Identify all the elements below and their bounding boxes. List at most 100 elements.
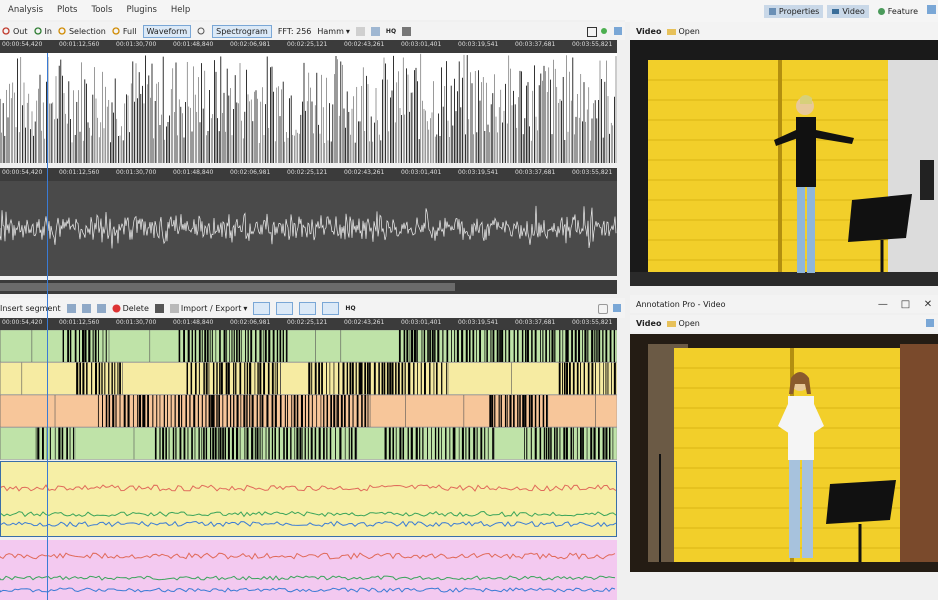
zoom-out-label: Out (13, 26, 28, 36)
search-icon[interactable] (197, 27, 206, 36)
delete-button[interactable]: Delete (112, 304, 149, 313)
video-player-2[interactable] (630, 334, 938, 572)
tier-icon[interactable] (96, 303, 106, 313)
chevron-down-icon: ▾ (345, 26, 350, 36)
delete-label: Delete (122, 303, 149, 313)
hq-icon[interactable]: HQ (386, 28, 396, 35)
grid-icon[interactable] (402, 26, 412, 36)
insert-segment-button[interactable]: Insert segment (0, 304, 61, 313)
menu-tools[interactable]: Tools (91, 5, 112, 15)
open-video-button[interactable]: Open (667, 27, 700, 36)
import-export-label: Import / Export (180, 303, 242, 313)
import-export-button[interactable]: Import / Export ▾ (169, 303, 248, 313)
ruler-tick-label: 00:03:55,821 (572, 319, 613, 326)
window-function-select[interactable]: Hamm ▾ (317, 27, 350, 36)
pencil-icon[interactable] (598, 304, 608, 314)
chevron-down-icon: ▾ (243, 303, 248, 313)
ruler-tick-label: 00:01:12,560 (59, 319, 100, 326)
feature-icon (877, 7, 886, 16)
spectrogram-toggle[interactable]: Spectrogram (212, 24, 272, 38)
document-icon (169, 303, 179, 313)
menu-analysis[interactable]: Analysis (8, 5, 43, 15)
waveform-view[interactable] (0, 181, 617, 276)
ruler-tick-label: 00:01:30,700 (116, 41, 157, 48)
video-icon (831, 7, 840, 16)
feature-trace-green (1, 510, 616, 518)
lock-icon[interactable] (154, 303, 164, 313)
menu-plugins[interactable]: Plugins (126, 5, 156, 15)
panel-menu-icon[interactable] (613, 304, 621, 312)
layout-icon[interactable] (253, 301, 271, 315)
video-player-1[interactable] (630, 40, 938, 286)
zoom-in-button[interactable]: In (33, 26, 52, 36)
check-icon[interactable] (322, 301, 340, 315)
video-panel-1-toolbar: Video Open (630, 22, 938, 40)
open-video-button[interactable]: Open (667, 319, 700, 328)
panel-menu-icon[interactable] (926, 319, 934, 327)
ruler-tick-label: 00:01:12,560 (59, 41, 100, 48)
ruler-tick-label: 00:03:01,401 (401, 41, 442, 48)
delete-icon (112, 304, 121, 313)
annotation-tiers[interactable] (0, 330, 617, 460)
playhead-cursor[interactable] (47, 53, 48, 600)
split-icon[interactable] (66, 303, 76, 313)
panel-menu-icon[interactable] (927, 5, 936, 14)
edit-icon[interactable] (276, 301, 294, 315)
spectrogram-view[interactable] (0, 53, 617, 163)
settings-icon[interactable] (355, 26, 365, 36)
ruler-tick-label: 00:02:43,261 (344, 169, 385, 176)
ruler-tick-label: 00:03:37,681 (515, 41, 556, 48)
ruler-tick-label: 00:01:12,560 (59, 169, 100, 176)
waveform-toggle[interactable]: Waveform (142, 24, 192, 38)
tab-video-label: Video (842, 6, 865, 16)
zoom-out-button[interactable]: Out (2, 27, 28, 36)
audio-toolbar: Out In Selection Full Waveform Spectrogr… (0, 22, 625, 40)
chart-icon[interactable] (370, 26, 380, 36)
timeline-scrollbar[interactable] (0, 280, 617, 294)
magnifier-icon (112, 26, 121, 36)
close-icon[interactable]: ✕ (918, 299, 938, 310)
zoom-full-button[interactable]: Full (112, 27, 137, 36)
ruler-tick-label: 00:03:19,541 (458, 169, 499, 176)
zoom-selection-button[interactable]: Selection (58, 27, 106, 36)
menu-help[interactable]: Help (171, 5, 190, 15)
zoom-in-label: In (44, 26, 52, 36)
ruler-tick-label: 00:00:54,420 (2, 169, 43, 176)
panel-menu-icon[interactable] (614, 27, 622, 35)
annotation-tier[interactable] (0, 330, 617, 363)
ruler-tick-label: 00:03:01,401 (401, 319, 442, 326)
status-icon (601, 28, 607, 34)
feature-trace-blue (1, 520, 616, 528)
maximize-icon[interactable]: □ (895, 299, 915, 310)
ruler-tick-label: 00:01:48,840 (173, 319, 214, 326)
ruler-tick-label: 00:02:06,981 (230, 169, 271, 176)
menu-plots[interactable]: Plots (57, 5, 77, 15)
folder-icon (667, 319, 677, 328)
feature-plot-pink[interactable] (0, 540, 617, 600)
minimize-icon[interactable]: — (873, 299, 893, 310)
export-icon[interactable] (587, 27, 597, 37)
ruler-tick-label: 00:02:06,981 (230, 319, 271, 326)
feature-trace-green (0, 575, 616, 581)
merge-icon[interactable] (81, 303, 91, 313)
tab-properties-label: Properties (778, 6, 820, 16)
hq-label[interactable]: HQ (345, 305, 355, 312)
scrollbar-thumb[interactable] (0, 283, 455, 291)
feature-plot-yellow[interactable] (0, 461, 617, 537)
video-panel-2-toolbar: Video Open (630, 315, 938, 332)
tag-icon[interactable] (299, 301, 317, 315)
window-title: Annotation Pro - Video (636, 299, 726, 309)
tab-properties[interactable]: Properties (763, 4, 824, 18)
waveform-label: Waveform (146, 26, 188, 36)
tab-video[interactable]: Video (827, 4, 869, 18)
fft-size-select[interactable]: FFT: 256 (278, 27, 312, 36)
ruler-tick-label: 00:03:19,541 (458, 319, 499, 326)
ruler-tick-label: 00:02:43,261 (344, 319, 385, 326)
waveform-trace (0, 205, 617, 249)
ruler-tick-label: 00:02:06,981 (230, 41, 271, 48)
ruler-tick-label: 00:01:30,700 (116, 169, 157, 176)
ruler-tick-label: 00:00:54,420 (2, 319, 43, 326)
menu-bar: Analysis Plots Tools Plugins Help (0, 0, 625, 20)
tab-feature[interactable]: Feature (873, 5, 922, 18)
ruler-tick-label: 00:03:55,821 (572, 41, 613, 48)
